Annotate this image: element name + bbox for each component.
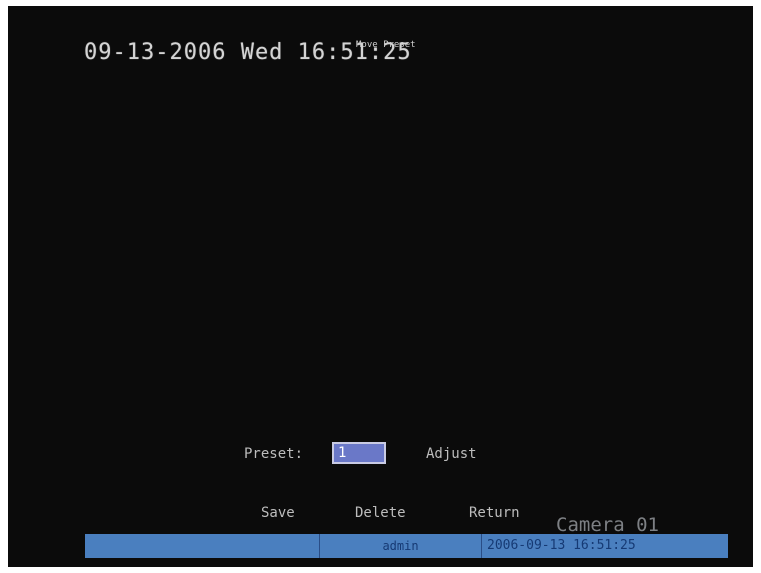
save-button[interactable]: Save (261, 505, 295, 521)
return-button[interactable]: Return (469, 505, 520, 521)
dvr-screen: 09-13-2006 Wed 16:51:25 Move Preset Pres… (8, 6, 753, 567)
adjust-button[interactable]: Adjust (426, 446, 477, 462)
preset-label: Preset: (244, 446, 304, 462)
status-datetime: 2006-09-13 16:51:25 (487, 538, 636, 553)
camera-name: Camera 01 (556, 514, 659, 536)
osd-caption: Move Preset (356, 40, 416, 50)
status-field (85, 534, 320, 558)
preset-number-field[interactable]: 1 (332, 442, 386, 464)
delete-button[interactable]: Delete (355, 505, 406, 521)
status-bar: admin 2006-09-13 16:51:25 (85, 534, 728, 558)
status-user: admin (320, 534, 482, 558)
